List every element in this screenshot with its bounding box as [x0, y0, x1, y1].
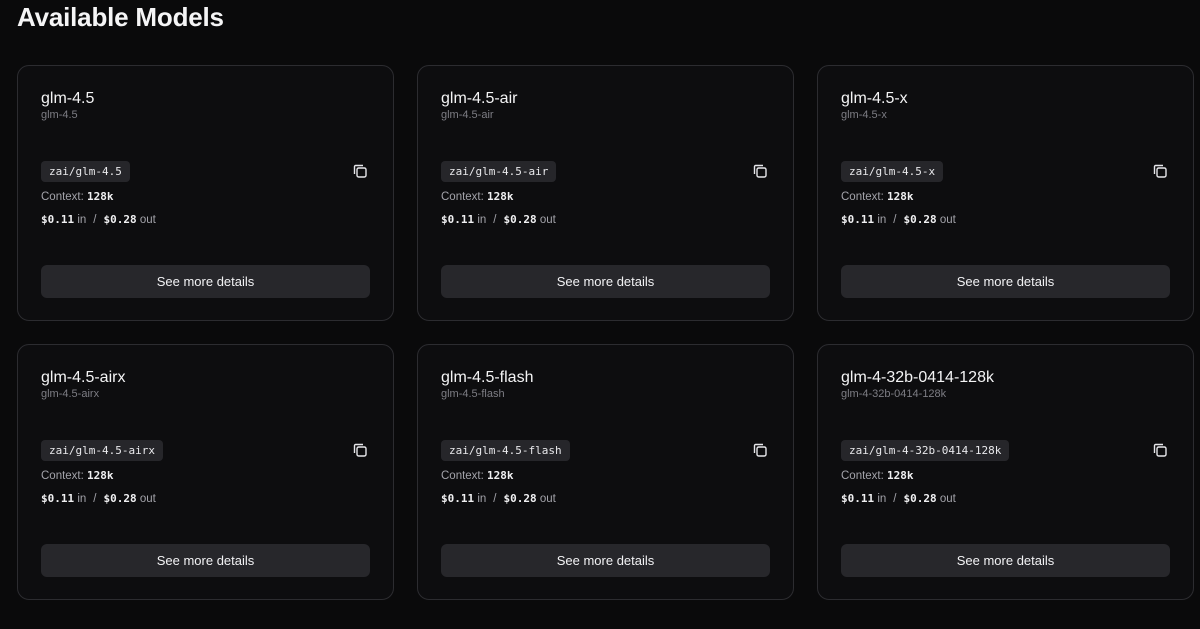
price-separator: / — [93, 214, 97, 226]
price-separator: / — [93, 493, 97, 505]
model-card: glm-4.5 glm-4.5 zai/glm-4.5 Context: 128… — [17, 65, 394, 321]
model-id: zai/glm-4.5-airx — [41, 440, 163, 461]
price-separator: / — [893, 214, 897, 226]
model-subtitle: glm-4.5-flash — [441, 388, 505, 400]
context-value: 128k — [87, 190, 114, 203]
price-in-label: in — [77, 214, 87, 226]
price-separator: / — [493, 493, 497, 505]
model-id: zai/glm-4.5-air — [441, 161, 557, 182]
price-out-value: $0.28 — [103, 213, 137, 226]
see-more-details-button[interactable]: See more details — [841, 544, 1170, 577]
see-more-details-button[interactable]: See more details — [441, 544, 770, 577]
pricing: $0.11 in / $0.28 out — [41, 213, 156, 226]
copy-icon — [353, 164, 367, 178]
copy-icon — [1153, 164, 1167, 178]
price-out-label: out — [539, 214, 556, 226]
model-subtitle: glm-4.5-x — [841, 109, 887, 121]
copy-icon — [753, 164, 767, 178]
price-out-label: out — [939, 214, 956, 226]
price-out-value: $0.28 — [103, 492, 137, 505]
model-card: glm-4.5-x glm-4.5-x zai/glm-4.5-x Contex… — [817, 65, 1194, 321]
price-in-label: in — [877, 214, 887, 226]
copy-button[interactable] — [1151, 441, 1169, 459]
price-out-label: out — [139, 214, 156, 226]
price-separator: / — [493, 214, 497, 226]
copy-icon — [353, 443, 367, 457]
context-length: Context: 128k — [841, 469, 914, 482]
model-name: glm-4.5-air — [441, 90, 518, 107]
page-title: Available Models — [17, 2, 224, 32]
model-name: glm-4-32b-0414-128k — [841, 369, 994, 386]
price-in-label: in — [477, 493, 487, 505]
see-more-details-button[interactable]: See more details — [41, 265, 370, 298]
price-out-label: out — [539, 493, 556, 505]
copy-button[interactable] — [751, 441, 769, 459]
context-label: Context: — [841, 470, 884, 482]
context-label: Context: — [441, 470, 484, 482]
price-out-value: $0.28 — [903, 492, 937, 505]
context-value: 128k — [887, 469, 914, 482]
see-more-details-button[interactable]: See more details — [441, 265, 770, 298]
models-grid: glm-4.5 glm-4.5 zai/glm-4.5 Context: 128… — [17, 65, 1194, 600]
price-in-value: $0.11 — [41, 213, 75, 226]
model-subtitle: glm-4-32b-0414-128k — [841, 388, 947, 400]
context-value: 128k — [487, 190, 514, 203]
context-value: 128k — [87, 469, 114, 482]
price-out-label: out — [139, 493, 156, 505]
pricing: $0.11 in / $0.28 out — [841, 492, 956, 505]
context-length: Context: 128k — [441, 190, 514, 203]
pricing: $0.11 in / $0.28 out — [41, 492, 156, 505]
price-out-value: $0.28 — [503, 213, 537, 226]
model-card: glm-4.5-air glm-4.5-air zai/glm-4.5-air … — [417, 65, 794, 321]
pricing: $0.11 in / $0.28 out — [441, 213, 556, 226]
context-length: Context: 128k — [41, 469, 114, 482]
model-subtitle: glm-4.5-airx — [41, 388, 100, 400]
context-value: 128k — [487, 469, 514, 482]
model-id: zai/glm-4-32b-0414-128k — [841, 440, 1010, 461]
price-in-value: $0.11 — [441, 492, 475, 505]
copy-button[interactable] — [751, 162, 769, 180]
copy-icon — [1153, 443, 1167, 457]
price-in-value: $0.11 — [41, 492, 75, 505]
context-label: Context: — [41, 470, 84, 482]
model-card: glm-4-32b-0414-128k glm-4-32b-0414-128k … — [817, 344, 1194, 600]
context-length: Context: 128k — [41, 190, 114, 203]
context-length: Context: 128k — [841, 190, 914, 203]
price-in-value: $0.11 — [441, 213, 475, 226]
copy-button[interactable] — [1151, 162, 1169, 180]
model-subtitle: glm-4.5 — [41, 109, 78, 121]
see-more-details-button[interactable]: See more details — [41, 544, 370, 577]
model-name: glm-4.5-airx — [41, 369, 126, 386]
price-in-value: $0.11 — [841, 492, 875, 505]
pricing: $0.11 in / $0.28 out — [841, 213, 956, 226]
model-id: zai/glm-4.5 — [41, 161, 130, 182]
context-label: Context: — [41, 191, 84, 203]
price-in-label: in — [477, 214, 487, 226]
see-more-details-button[interactable]: See more details — [841, 265, 1170, 298]
pricing: $0.11 in / $0.28 out — [441, 492, 556, 505]
price-in-label: in — [77, 493, 87, 505]
price-separator: / — [893, 493, 897, 505]
model-name: glm-4.5-x — [841, 90, 908, 107]
copy-icon — [753, 443, 767, 457]
context-label: Context: — [441, 191, 484, 203]
model-name: glm-4.5 — [41, 90, 95, 107]
price-out-value: $0.28 — [903, 213, 937, 226]
context-label: Context: — [841, 191, 884, 203]
model-id: zai/glm-4.5-x — [841, 161, 944, 182]
model-card: glm-4.5-flash glm-4.5-flash zai/glm-4.5-… — [417, 344, 794, 600]
price-out-label: out — [939, 493, 956, 505]
price-in-value: $0.11 — [841, 213, 875, 226]
model-subtitle: glm-4.5-air — [441, 109, 494, 121]
price-in-label: in — [877, 493, 887, 505]
copy-button[interactable] — [351, 162, 369, 180]
copy-button[interactable] — [351, 441, 369, 459]
model-name: glm-4.5-flash — [441, 369, 534, 386]
price-out-value: $0.28 — [503, 492, 537, 505]
model-id: zai/glm-4.5-flash — [441, 440, 570, 461]
context-value: 128k — [887, 190, 914, 203]
context-length: Context: 128k — [441, 469, 514, 482]
model-card: glm-4.5-airx glm-4.5-airx zai/glm-4.5-ai… — [17, 344, 394, 600]
